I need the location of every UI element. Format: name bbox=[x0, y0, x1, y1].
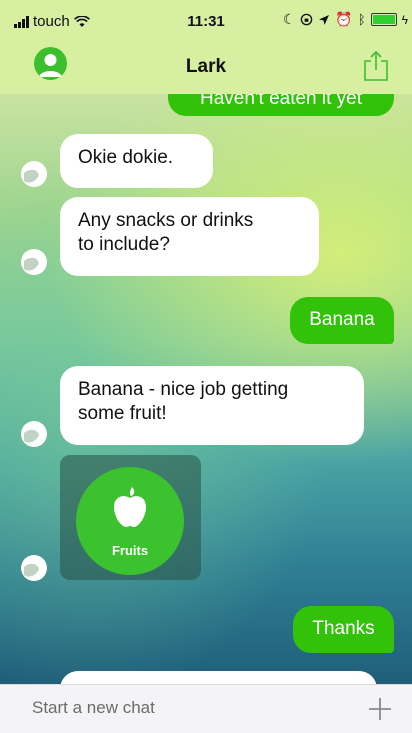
lark-avatar-icon bbox=[21, 161, 47, 187]
status-bar: touch 11:31 ☾ ⏰ ᛒ ϟ bbox=[0, 0, 412, 44]
lock-rotation-icon bbox=[301, 13, 313, 26]
chat-screen: Haven't eaten it yet Okie dokie. Any sna… bbox=[0, 0, 412, 733]
message-bubble-outgoing[interactable]: Banana bbox=[290, 297, 394, 344]
message-text-line: some fruit! bbox=[78, 403, 167, 424]
message-bubble-incoming[interactable]: Banana - nice job getting some fruit! bbox=[60, 366, 364, 445]
message-text: Banana bbox=[309, 309, 375, 330]
message-bubble-incoming[interactable]: Any snacks or drinks to include? bbox=[60, 197, 319, 276]
message-text: Thanks bbox=[312, 618, 375, 639]
message-text-line: to include? bbox=[78, 234, 170, 255]
fruits-label: Fruits bbox=[111, 543, 149, 558]
composer-bar bbox=[0, 684, 412, 733]
message-text: Okie dokie. bbox=[78, 147, 174, 168]
lark-avatar-icon bbox=[21, 249, 47, 275]
profile-icon bbox=[39, 54, 62, 77]
share-icon[interactable] bbox=[362, 50, 390, 82]
moon-icon: ☾ bbox=[282, 11, 296, 27]
apple-icon bbox=[114, 487, 146, 527]
food-category-card[interactable]: Fruits bbox=[60, 455, 201, 580]
message-text-line: Any snacks or drinks bbox=[78, 210, 254, 231]
location-icon bbox=[319, 14, 330, 25]
message-bubble-outgoing[interactable]: Thanks bbox=[293, 606, 394, 653]
chat-background[interactable]: Haven't eaten it yet Okie dokie. Any sna… bbox=[0, 76, 412, 711]
lark-avatar-icon bbox=[21, 421, 47, 447]
alarm-icon: ⏰ bbox=[335, 11, 353, 27]
plus-icon[interactable] bbox=[368, 697, 392, 721]
charging-icon: ϟ bbox=[401, 12, 408, 27]
profile-button[interactable] bbox=[34, 47, 67, 80]
lark-avatar-icon bbox=[21, 555, 47, 581]
battery-icon bbox=[370, 13, 397, 26]
new-chat-input[interactable] bbox=[32, 698, 352, 718]
bluetooth-icon: ᛒ bbox=[357, 12, 366, 27]
message-bubble-incoming[interactable]: Okie dokie. bbox=[60, 134, 213, 188]
fruits-category-button[interactable]: Fruits bbox=[76, 467, 184, 575]
status-icons: ☾ ⏰ ᛒ ϟ bbox=[283, 11, 408, 28]
message-text-line: Banana - nice job getting bbox=[78, 379, 289, 400]
